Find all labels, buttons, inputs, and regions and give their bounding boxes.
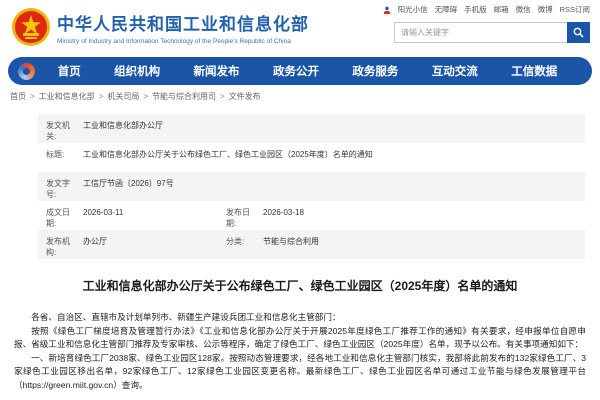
search-bar	[394, 22, 590, 43]
field-value: 工信厅节函〔2026〕97号	[73, 178, 585, 189]
field-label: 发文字号:	[46, 178, 73, 200]
field-value: 节能与综合利用	[253, 236, 585, 247]
national-emblem-icon	[11, 7, 51, 47]
field-label: 成文日期:	[46, 207, 73, 229]
table-row: 发文字号:工信厅节函〔2026〕97号	[38, 172, 585, 201]
table-cell: 分类:节能与综合利用	[218, 230, 585, 247]
breadcrumb-separator: >	[220, 92, 225, 101]
breadcrumb-item[interactable]: 节能与综合利用司	[152, 91, 216, 102]
breadcrumb-item: 文件发布	[229, 91, 261, 102]
top-link[interactable]: 手机版	[464, 4, 487, 15]
field-label: 标题:	[46, 149, 73, 160]
nav-item[interactable]: 新闻发布	[194, 63, 240, 79]
breadcrumb-item[interactable]: 工业和信息化部	[39, 91, 95, 102]
miit-portal-page: 中华人民共和国工业和信息化部 Ministry of Industry and …	[0, 0, 600, 400]
body-paragraph: 按照《绿色工厂梯度培育及管理暂行办法》《工业和信息化部办公厅关于开展2025年度…	[14, 325, 586, 352]
field-value: 工业和信息化部办公厅	[73, 120, 585, 131]
main-nav: 首页 组织机构 新闻发布 政务公开 政务服务 互动交流 工信数据	[8, 57, 592, 85]
nav-item[interactable]: 互动交流	[432, 63, 478, 79]
breadcrumb: 首页>工业和信息化部>机关司局>节能与综合利用司>文件发布	[10, 91, 261, 102]
nav-item[interactable]: 政务服务	[352, 63, 398, 79]
site-title: 中华人民共和国工业和信息化部	[57, 10, 309, 35]
field-value: 办公厅	[73, 236, 218, 247]
nav-item[interactable]: 组织机构	[114, 63, 160, 79]
table-cell: 成文日期:2026-03-11	[38, 201, 218, 229]
miit-logo-icon	[18, 63, 35, 80]
body-paragraph: 各省、自治区、直辖市及计划单列市、新疆生产建设兵团工业和信息化主管部门：	[14, 311, 586, 325]
body-paragraph: 一、新培育绿色工厂2038家、绿色工业园区128家。按照动态管理要求，经各地工业…	[14, 352, 586, 393]
search-icon	[573, 27, 584, 38]
top-link[interactable]: 阳光小信	[398, 4, 428, 15]
nav-item[interactable]: 政务公开	[273, 63, 319, 79]
breadcrumb-separator: >	[143, 92, 148, 101]
table-row: 发文机关:工业和信息化部办公厅	[38, 114, 585, 143]
document-body: 各省、自治区、直辖市及计划单列市、新疆生产建设兵团工业和信息化主管部门：按照《绿…	[14, 311, 586, 392]
field-label: 发文机关:	[46, 120, 73, 142]
field-value: 2026-03-18	[253, 207, 585, 218]
field-label: 发布机构:	[46, 236, 73, 258]
field-label: 发布日期:	[226, 207, 253, 229]
nav-items: 首页 组织机构 新闻发布 政务公开 政务服务 互动交流 工信数据	[41, 63, 574, 79]
search-input[interactable]	[394, 22, 567, 43]
site-brand: 中华人民共和国工业和信息化部 Ministry of Industry and …	[57, 10, 309, 45]
breadcrumb-item[interactable]: 机关司局	[107, 91, 139, 102]
field-label: 分类:	[226, 236, 253, 247]
table-cell: 发布机构:办公厅	[38, 230, 218, 258]
site-header: 中华人民共和国工业和信息化部 Ministry of Industry and …	[0, 0, 600, 54]
table-cell: 发布日期:2026-03-18	[218, 201, 585, 229]
search-button[interactable]	[567, 22, 590, 43]
nav-item[interactable]: 首页	[58, 63, 81, 79]
breadcrumb-item[interactable]: 首页	[10, 91, 26, 102]
field-value: 2026-03-11	[73, 207, 218, 218]
top-link[interactable]: RSS订阅	[560, 4, 590, 15]
breadcrumb-separator: >	[99, 92, 104, 101]
field-value: 工业和信息化部办公厅关于公布绿色工厂、绿色工业园区（2025年度）名单的通知	[73, 149, 585, 160]
breadcrumb-separator: >	[30, 92, 35, 101]
person-mascot-icon	[383, 6, 391, 14]
nav-item[interactable]: 工信数据	[511, 63, 557, 79]
top-link[interactable]: 微博	[538, 4, 553, 15]
top-link[interactable]: 无障碍	[435, 4, 458, 15]
utility-links: 阳光小信无障碍手机版邮箱微信微博 RSS订阅	[383, 4, 590, 15]
document-title: 工业和信息化部办公厅关于公布绿色工厂、绿色工业园区（2025年度）名单的通知	[30, 278, 570, 294]
document-meta-table: 发文机关:工业和信息化部办公厅标题:工业和信息化部办公厅关于公布绿色工厂、绿色工…	[38, 114, 585, 259]
top-link[interactable]: 微信	[516, 4, 531, 15]
table-cell: 发文机关:工业和信息化部办公厅	[38, 114, 585, 142]
table-row: 发布机构:办公厅分类:节能与综合利用	[38, 230, 585, 259]
table-row: 标题:工业和信息化部办公厅关于公布绿色工厂、绿色工业园区（2025年度）名单的通…	[38, 143, 585, 172]
table-row: 成文日期:2026-03-11发布日期:2026-03-18	[38, 201, 585, 230]
site-subtitle: Ministry of Industry and Information Tec…	[57, 38, 309, 45]
top-link[interactable]: 邮箱	[494, 4, 509, 15]
table-cell: 标题:工业和信息化部办公厅关于公布绿色工厂、绿色工业园区（2025年度）名单的通…	[38, 143, 585, 160]
table-cell: 发文字号:工信厅节函〔2026〕97号	[38, 172, 585, 200]
